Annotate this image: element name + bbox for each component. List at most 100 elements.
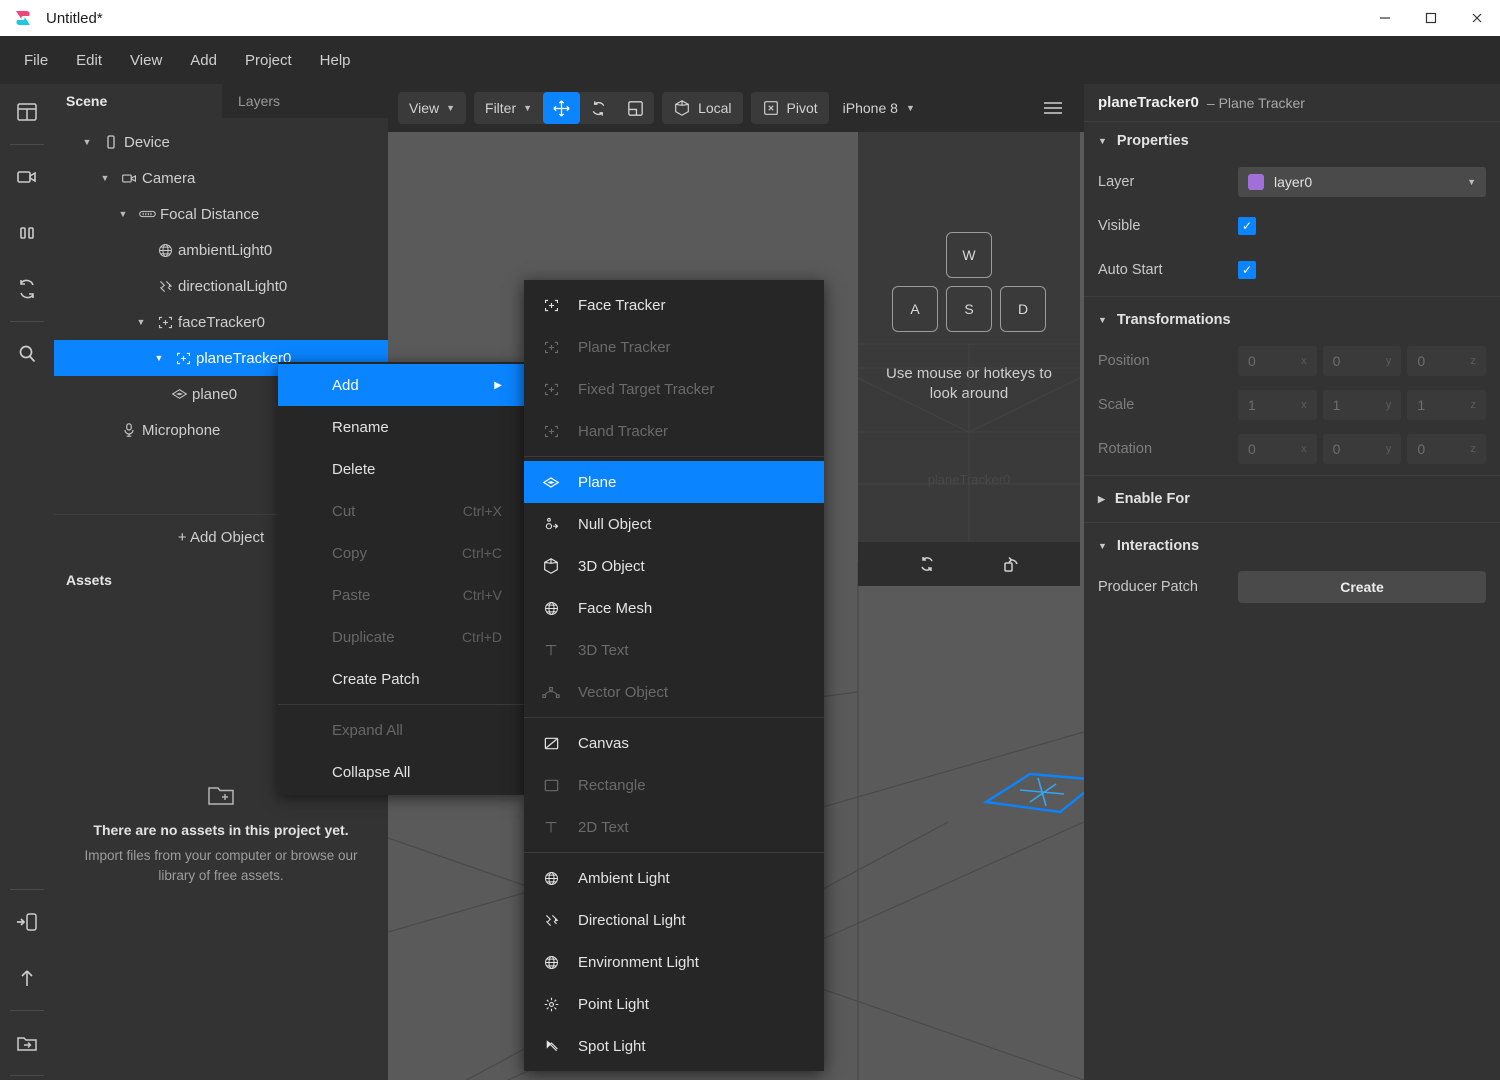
add-submenu: Face Tracker Plane Tracker Fixed Target …: [524, 280, 824, 1071]
section-properties[interactable]: ▼ Properties: [1084, 122, 1500, 160]
chevron-down-icon: ▼: [1098, 136, 1107, 146]
context-item-label: Duplicate: [332, 628, 395, 646]
section-transformations[interactable]: ▼ Transformations: [1084, 301, 1500, 339]
context-menu-item-create-patch[interactable]: Create Patch: [278, 658, 524, 700]
submenu-item-label: Directional Light: [578, 911, 686, 929]
context-menu-item-delete[interactable]: Delete: [278, 448, 524, 490]
tree-item-facetracker0[interactable]: ▼ faceTracker0: [54, 304, 388, 340]
rotation-y-input[interactable]: 0y: [1322, 434, 1402, 464]
menu-file[interactable]: File: [10, 47, 62, 74]
section-interactions[interactable]: ▼ Interactions: [1084, 527, 1500, 565]
submenu-item-face-mesh[interactable]: Face Mesh: [524, 587, 824, 629]
layer-color-swatch: [1248, 174, 1264, 190]
layout-icon[interactable]: [0, 84, 54, 140]
device-selector[interactable]: iPhone 8 ▼: [837, 92, 921, 124]
menu-project[interactable]: Project: [231, 47, 306, 74]
submenu-item-point-light[interactable]: Point Light: [524, 983, 824, 1025]
hamburger-icon[interactable]: [1032, 99, 1074, 117]
section-enable-for[interactable]: ▶ Enable For: [1084, 480, 1500, 518]
rotation-z-input[interactable]: 0z: [1407, 434, 1487, 464]
key-w[interactable]: W: [946, 232, 992, 278]
key-s[interactable]: S: [946, 286, 992, 332]
scale-y-input[interactable]: 1y: [1322, 390, 1402, 420]
position-x-input[interactable]: 0x: [1238, 346, 1317, 376]
tree-item-ambientlight0[interactable]: ambientLight0: [54, 232, 388, 268]
selected-plane-gizmo[interactable]: [968, 712, 1084, 872]
create-patch-button[interactable]: Create: [1238, 571, 1486, 603]
tab-layers[interactable]: Layers: [222, 84, 388, 118]
row-auto-start: Auto Start ✓: [1084, 248, 1500, 292]
inspector-panel: planeTracker0 – Plane Tracker ▼ Properti…: [1084, 84, 1500, 1080]
auto-start-checkbox[interactable]: ✓: [1238, 261, 1256, 279]
minimize-icon[interactable]: [1362, 0, 1408, 36]
chevron-down-icon[interactable]: ▼: [148, 353, 170, 363]
environment-light-icon: [538, 954, 564, 971]
filter-label: Filter: [485, 100, 517, 116]
scale-tool-button[interactable]: [617, 92, 654, 124]
send-to-device-icon[interactable]: [0, 894, 54, 950]
menu-help[interactable]: Help: [306, 47, 365, 74]
context-item-label: Paste: [332, 586, 371, 604]
submenu-item-null-object[interactable]: Null Object: [524, 503, 824, 545]
open-project-icon[interactable]: [0, 1015, 54, 1071]
filter-dropdown-button[interactable]: Filter ▼: [474, 92, 543, 124]
chevron-down-icon[interactable]: ▼: [112, 209, 134, 219]
menu-view[interactable]: View: [116, 47, 176, 74]
search-icon[interactable]: [0, 326, 54, 382]
submenu-item-canvas[interactable]: Canvas: [524, 722, 824, 764]
chevron-down-icon[interactable]: ▼: [94, 173, 116, 183]
submenu-item-plane[interactable]: Plane: [524, 461, 824, 503]
close-icon[interactable]: [1454, 0, 1500, 36]
context-item-label: Cut: [332, 502, 356, 520]
menu-edit[interactable]: Edit: [62, 47, 116, 74]
rotation-x-input[interactable]: 0x: [1238, 434, 1317, 464]
upload-icon[interactable]: [0, 950, 54, 1006]
pause-icon[interactable]: [0, 205, 54, 261]
context-menu-item-add[interactable]: Add ▶: [278, 364, 524, 406]
menu-add[interactable]: Add: [176, 47, 231, 74]
add-object-label: + Add Object: [177, 529, 265, 546]
tree-item-directionallight0[interactable]: directionalLight0: [54, 268, 388, 304]
position-y-input[interactable]: 0y: [1322, 346, 1402, 376]
key-d[interactable]: D: [1000, 286, 1046, 332]
chevron-down-icon[interactable]: ▼: [130, 317, 152, 327]
key-a[interactable]: A: [892, 286, 938, 332]
context-item-shortcut: Ctrl+D: [461, 629, 502, 645]
point-light-icon: [538, 996, 564, 1013]
rotate-device-icon[interactable]: [1001, 554, 1021, 574]
text-icon: [538, 819, 564, 835]
layer-select[interactable]: layer0 ▼: [1238, 167, 1486, 197]
tree-item-camera[interactable]: ▼ Camera: [54, 160, 388, 196]
scale-x-input[interactable]: 1x: [1238, 390, 1317, 420]
position-z-input[interactable]: 0z: [1407, 346, 1487, 376]
move-tool-button[interactable]: [543, 92, 581, 124]
submenu-item-spot-light[interactable]: Spot Light: [524, 1025, 824, 1067]
submenu-item-3d-object[interactable]: 3D Object: [524, 545, 824, 587]
visible-checkbox[interactable]: ✓: [1238, 217, 1256, 235]
device-preview-surface[interactable]: W A S D Use mouse or hotkeys to look aro…: [858, 132, 1080, 542]
rotate-tool-button[interactable]: [580, 92, 617, 124]
maximize-icon[interactable]: [1408, 0, 1454, 36]
tree-item-focal-distance[interactable]: ▼ Focal Distance: [54, 196, 388, 232]
submenu-item-ambient-light[interactable]: Ambient Light: [524, 857, 824, 899]
camera-icon[interactable]: [0, 149, 54, 205]
chevron-down-icon[interactable]: ▼: [76, 137, 98, 147]
context-menu-item-collapse-all[interactable]: Collapse All: [278, 751, 524, 793]
context-menu-item-rename[interactable]: Rename: [278, 406, 524, 448]
submenu-item-face-tracker[interactable]: Face Tracker: [524, 284, 824, 326]
local-space-button[interactable]: Local: [662, 92, 742, 124]
section-properties-label: Properties: [1116, 133, 1189, 149]
context-menu-item-cut: Cut Ctrl+X: [278, 490, 524, 532]
view-dropdown[interactable]: View ▼: [398, 92, 467, 124]
sync-icon[interactable]: [0, 261, 54, 317]
view-dropdown-button[interactable]: View ▼: [398, 92, 466, 124]
pivot-button[interactable]: Pivot: [751, 92, 829, 124]
context-item-shortcut: Ctrl+X: [462, 503, 502, 519]
submenu-item-directional-light[interactable]: Directional Light: [524, 899, 824, 941]
context-item-label: Delete: [332, 460, 376, 478]
submenu-item-environment-light[interactable]: Environment Light: [524, 941, 824, 983]
reload-icon[interactable]: [917, 554, 937, 574]
tree-item-device[interactable]: ▼ Device: [54, 124, 388, 160]
tab-scene[interactable]: Scene: [54, 84, 222, 118]
scale-z-input[interactable]: 1z: [1407, 390, 1487, 420]
